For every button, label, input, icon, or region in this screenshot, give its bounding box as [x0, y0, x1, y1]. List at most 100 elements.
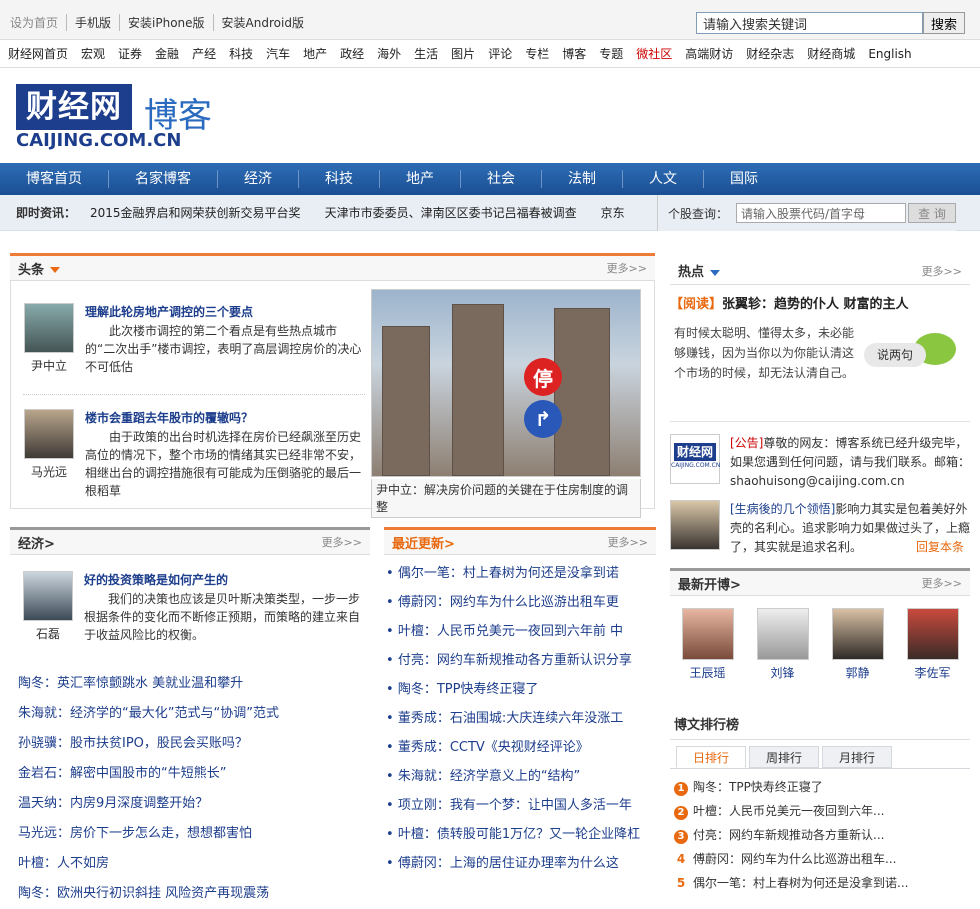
caijing-logo[interactable]: 财经网 CAIJING.COM.CN 博客 [16, 84, 214, 152]
channel-link[interactable]: 财经杂志 [746, 45, 794, 62]
list-item[interactable]: 项立刚：我有一个梦：让中国人多活一年 [386, 791, 656, 820]
economy-more-link[interactable]: 更多>> [322, 534, 362, 550]
new-blogs-title[interactable]: 最新开博> [678, 574, 741, 593]
channel-link[interactable]: 图片 [451, 45, 475, 62]
caijing-logo-icon[interactable]: 财经网 CAIJING.COM.CN [670, 434, 720, 484]
nav-item[interactable]: 国际 [703, 170, 784, 188]
ticker-item[interactable]: 2015金融界启和网荣获创新交易平台奖 [90, 204, 301, 221]
blogger-photo[interactable] [831, 608, 884, 660]
list-item[interactable]: 温天纳：内房9月深度调整开始？ [18, 789, 370, 819]
ranking-item-title[interactable]: 陶冬：TPP快寿终正寝了 [693, 780, 823, 794]
channel-link[interactable]: 汽车 [266, 45, 290, 62]
notice-tag[interactable]: [公告] [730, 436, 763, 450]
channel-link[interactable]: 高端财访 [685, 45, 733, 62]
comment-bubble[interactable]: 说两句 [864, 333, 956, 373]
ranking-item[interactable]: 3 付亮：网约车新规推动各方重新认... [674, 823, 970, 847]
story-title[interactable]: 理解此轮房地产调控的三个要点 [85, 303, 253, 320]
stock-input[interactable] [736, 203, 907, 223]
ranking-item-title[interactable]: 叶檀：人民币兑美元一夜回到六年... [693, 804, 884, 818]
list-item[interactable]: 付亮：网约车新规推动各方重新认识分享 [386, 646, 656, 675]
author-photo[interactable] [670, 500, 720, 550]
install-iphone-link[interactable]: 安装iPhone版 [119, 14, 213, 31]
stock-query-button[interactable]: 查 询 [908, 203, 957, 223]
channel-link[interactable]: English [868, 47, 911, 61]
author-photo[interactable] [23, 571, 73, 621]
new-blogs-more-link[interactable]: 更多>> [922, 575, 962, 591]
nav-item[interactable]: 名家博客 [108, 170, 217, 188]
nav-item[interactable]: 社会 [460, 170, 541, 188]
channel-link[interactable]: 海外 [377, 45, 401, 62]
nav-item[interactable]: 法制 [541, 170, 622, 188]
ranking-item[interactable]: 1 陶冬：TPP快寿终正寝了 [674, 775, 970, 799]
ranking-item-title[interactable]: 傅蔚冈：网约车为什么比巡游出租车... [693, 852, 896, 866]
blogger-card[interactable]: 李佐军 [906, 608, 959, 681]
blogger-photo[interactable] [756, 608, 809, 660]
qa-tag[interactable]: [生病後的几个领悟] [730, 502, 835, 516]
channel-link[interactable]: 地产 [303, 45, 327, 62]
list-item[interactable]: 偶尔一笔：村上春树为何还是没拿到诺 [386, 559, 656, 588]
list-item[interactable]: 傅蔚冈：网约车为什么比巡游出租车更 [386, 588, 656, 617]
ranking-item-title[interactable]: 偶尔一笔：村上春树为何还是没拿到诺... [693, 876, 908, 890]
author-avatar[interactable]: 马光远 [23, 409, 75, 480]
channel-link[interactable]: 财经商城 [807, 45, 855, 62]
ticker-item[interactable]: 京东 [601, 204, 625, 221]
list-item[interactable]: 马光远：房价下一步怎么走，想想都害怕 [18, 819, 370, 849]
list-item[interactable]: 孙骁骥：股市扶贫IPO，股民会买账吗？ [18, 729, 370, 759]
tab-daily[interactable]: 日排行 [676, 746, 746, 768]
nav-item[interactable]: 博客首页 [12, 170, 108, 188]
story-title[interactable]: 好的投资策略是如何产生的 [84, 571, 228, 588]
list-item[interactable]: 叶檀：人民币兑美元一夜回到六年前 中 [386, 617, 656, 646]
author-photo[interactable] [24, 409, 74, 459]
author-avatar[interactable]: 石磊 [22, 571, 74, 642]
tab-monthly[interactable]: 月排行 [822, 746, 892, 768]
blogger-card[interactable]: 刘锋 [756, 608, 809, 681]
ranking-item[interactable]: 4 傅蔚冈：网约车为什么比巡游出租车... [674, 847, 970, 871]
channel-link[interactable]: 专栏 [525, 45, 549, 62]
ranking-item-title[interactable]: 付亮：网约车新规推动各方重新认... [693, 828, 884, 842]
author-name[interactable]: 尹中立 [31, 357, 67, 374]
headline-more-link[interactable]: 更多>> [607, 260, 647, 276]
channel-link[interactable]: 博客 [562, 45, 586, 62]
photo-caption[interactable]: 尹中立：解决房价问题的关键在于住房制度的调整 [371, 479, 641, 518]
blogger-card[interactable]: 郭静 [831, 608, 884, 681]
list-item[interactable]: 陶冬：TPP快寿终正寝了 [386, 675, 656, 704]
channel-link[interactable]: 专题 [599, 45, 623, 62]
list-item[interactable]: 朱海就：经济学意义上的“结构” [386, 762, 656, 791]
channel-link[interactable]: 产经 [192, 45, 216, 62]
author-photo[interactable] [24, 303, 74, 353]
list-item[interactable]: 朱海就：经济学的“最大化”范式与“协调”范式 [18, 699, 370, 729]
author-avatar[interactable]: 尹中立 [23, 303, 75, 374]
install-android-link[interactable]: 安装Android版 [212, 14, 312, 31]
nav-item[interactable]: 经济 [217, 170, 298, 188]
headline-photo[interactable]: 停 ↱ [371, 289, 641, 477]
search-button[interactable]: 搜索 [923, 12, 965, 34]
nav-item[interactable]: 科技 [298, 170, 379, 188]
mobile-version-link[interactable]: 手机版 [66, 14, 119, 31]
tab-weekly[interactable]: 周排行 [749, 746, 819, 768]
set-homepage-link[interactable]: 设为首页 [10, 14, 66, 31]
channel-link[interactable]: 微社区 [636, 45, 672, 62]
caret-down-icon[interactable] [50, 267, 61, 273]
blogger-photo[interactable] [681, 608, 734, 660]
blogger-card[interactable]: 王辰瑶 [681, 608, 734, 681]
list-item[interactable]: 陶冬：英汇率惊颤跳水 美就业温和攀升 [18, 669, 370, 699]
hot-feature-title[interactable]: 【阅读】张翼轸：趋势的仆人 财富的主人 [670, 293, 970, 312]
channel-link[interactable]: 证券 [118, 45, 142, 62]
blogger-name[interactable]: 王辰瑶 [689, 664, 725, 681]
list-item[interactable]: 董秀成：CCTV《央视财经评论》 [386, 733, 656, 762]
author-name[interactable]: 石磊 [36, 625, 60, 642]
latest-title[interactable]: 最近更新> [392, 533, 455, 552]
ticker-item[interactable]: 天津市市委委员、津南区区委书记吕福春被调查 [325, 204, 577, 221]
hot-more-link[interactable]: 更多>> [922, 263, 962, 279]
list-item[interactable]: 董秀成：石油围城:大庆连续六年没涨工 [386, 704, 656, 733]
list-item[interactable]: 陶冬：欧洲央行初识斜挂 风险资产再现震荡 [18, 879, 370, 909]
list-item[interactable]: 傅蔚冈：上海的居住证办理率为什么这 [386, 849, 656, 878]
author-name[interactable]: 马光远 [31, 463, 67, 480]
story-title[interactable]: 楼市会重蹈去年股市的覆辙吗？ [85, 409, 253, 426]
list-item[interactable]: 叶檀：债转股可能1万亿？又一轮企业降杠 [386, 820, 656, 849]
nav-item[interactable]: 地产 [379, 170, 460, 188]
search-input[interactable] [696, 12, 923, 34]
list-item[interactable]: 金岩石：解密中国股市的“牛短熊长” [18, 759, 370, 789]
channel-link[interactable]: 生活 [414, 45, 438, 62]
channel-link[interactable]: 评论 [488, 45, 512, 62]
